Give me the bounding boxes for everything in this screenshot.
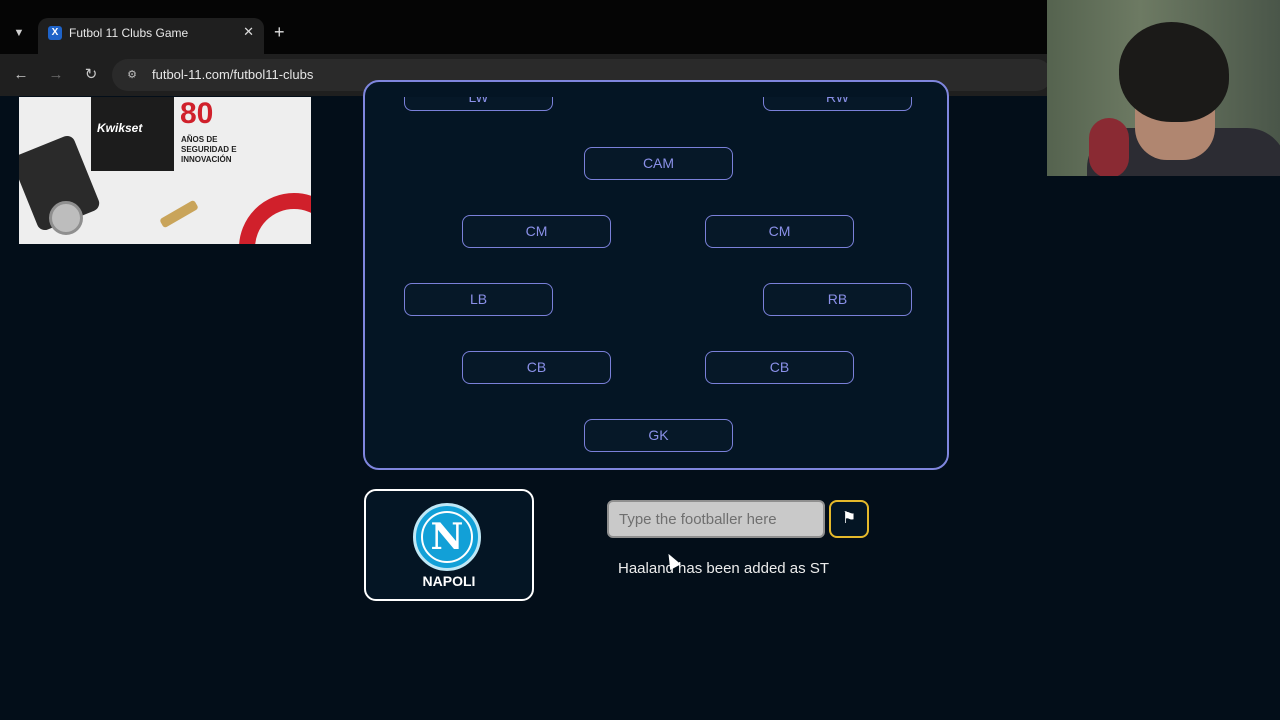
key-image [159, 199, 199, 229]
new-tab-button[interactable]: + [274, 22, 285, 42]
back-button[interactable]: ← [9, 63, 33, 87]
napoli-logo-icon: N [413, 503, 481, 571]
ad-logo-box: Kwikset [91, 97, 174, 171]
ad-brand-logo: Kwikset [97, 121, 143, 135]
status-message: Haaland has been added as ST [618, 560, 829, 577]
footballer-search-input[interactable] [607, 500, 825, 538]
ad-decoration-circle [239, 193, 311, 244]
position-slot-rb[interactable]: RB [763, 283, 912, 316]
formation-pitch: LW RW CAM CM CM LB RB CB CB GK [363, 80, 949, 470]
position-slot-lw[interactable]: LW [404, 97, 553, 111]
tab-close-button[interactable]: ✕ [243, 24, 254, 40]
forward-button[interactable]: → [44, 63, 68, 87]
position-slot-rw[interactable]: RW [763, 97, 912, 111]
flag-icon: ⚑ [841, 510, 857, 527]
chevron-down-icon: ▼ [13, 27, 25, 39]
webcam-overlay [1047, 0, 1280, 176]
url-text[interactable]: futbol-11.com/futbol11-clubs [152, 67, 313, 82]
tab-list-button[interactable]: ▼ [8, 22, 30, 44]
position-slot-cm-left[interactable]: CM [462, 215, 611, 248]
lock-knob-image [49, 201, 83, 235]
give-up-flag-button[interactable]: ⚑ [829, 500, 869, 538]
position-slot-gk[interactable]: GK [584, 419, 733, 452]
position-slot-cb-right[interactable]: CB [705, 351, 854, 384]
reload-button[interactable]: ↻ [79, 63, 103, 87]
position-slot-cam[interactable]: CAM [584, 147, 733, 180]
advertisement-banner[interactable]: Kwikset 80 AÑOS DE SEGURIDAD E INNOVACIÓ… [19, 97, 311, 244]
ad-tagline: AÑOS DE SEGURIDAD E INNOVACIÓN [181, 135, 237, 164]
tab-title: Futbol 11 Clubs Game [69, 26, 189, 40]
club-logo-letter: N [421, 511, 473, 563]
club-card: N NAPOLI [364, 489, 534, 601]
club-name: NAPOLI [422, 573, 476, 589]
futbol11-favicon-icon: X [48, 26, 62, 40]
ad-years-badge: 80 [180, 97, 214, 130]
site-info-icon[interactable]: ⚙ [124, 67, 140, 83]
position-slot-cm-right[interactable]: CM [705, 215, 854, 248]
browser-tab[interactable]: X Futbol 11 Clubs Game ✕ [38, 18, 264, 54]
position-slot-lb[interactable]: LB [404, 283, 553, 316]
webcam-person-sleeve [1089, 118, 1129, 176]
position-slot-cb-left[interactable]: CB [462, 351, 611, 384]
webcam-person-hair [1119, 22, 1229, 122]
